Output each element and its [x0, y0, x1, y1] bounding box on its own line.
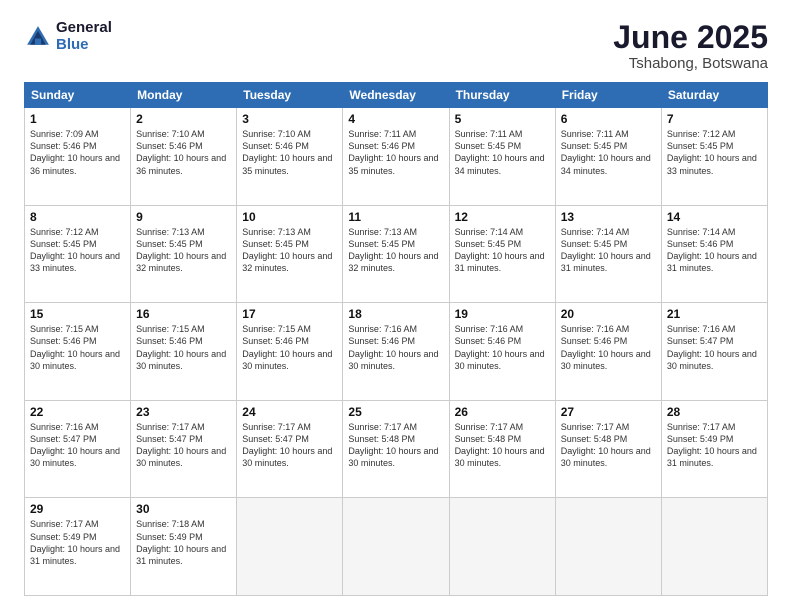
calendar-week-1: 1Sunrise: 7:09 AMSunset: 5:46 PMDaylight…	[25, 108, 768, 206]
title-block: June 2025 Tshabong, Botswana	[613, 20, 768, 72]
cell-day-12: 12Sunrise: 7:14 AMSunset: 5:45 PMDayligh…	[449, 205, 555, 303]
calendar-week-4: 22Sunrise: 7:16 AMSunset: 5:47 PMDayligh…	[25, 400, 768, 498]
cell-day-13: 13Sunrise: 7:14 AMSunset: 5:45 PMDayligh…	[555, 205, 661, 303]
cell-day-16: 16Sunrise: 7:15 AMSunset: 5:46 PMDayligh…	[131, 303, 237, 401]
cell-day-23: 23Sunrise: 7:17 AMSunset: 5:47 PMDayligh…	[131, 400, 237, 498]
calendar-week-3: 15Sunrise: 7:15 AMSunset: 5:46 PMDayligh…	[25, 303, 768, 401]
logo-blue-text: Blue	[56, 37, 112, 54]
cell-day-2: 2Sunrise: 7:10 AMSunset: 5:46 PMDaylight…	[131, 108, 237, 206]
header-tuesday: Tuesday	[237, 83, 343, 108]
calendar-header-row: Sunday Monday Tuesday Wednesday Thursday…	[25, 83, 768, 108]
header: General Blue June 2025 Tshabong, Botswan…	[24, 20, 768, 72]
cell-day-empty-w4-6	[661, 498, 767, 596]
calendar-week-5: 29Sunrise: 7:17 AMSunset: 5:49 PMDayligh…	[25, 498, 768, 596]
location: Tshabong, Botswana	[613, 55, 768, 72]
calendar-week-2: 8Sunrise: 7:12 AMSunset: 5:45 PMDaylight…	[25, 205, 768, 303]
cell-day-3: 3Sunrise: 7:10 AMSunset: 5:46 PMDaylight…	[237, 108, 343, 206]
header-sunday: Sunday	[25, 83, 131, 108]
cell-day-6: 6Sunrise: 7:11 AMSunset: 5:45 PMDaylight…	[555, 108, 661, 206]
cell-day-empty-w4-4	[449, 498, 555, 596]
cell-day-4: 4Sunrise: 7:11 AMSunset: 5:46 PMDaylight…	[343, 108, 449, 206]
cell-day-7: 7Sunrise: 7:12 AMSunset: 5:45 PMDaylight…	[661, 108, 767, 206]
cell-day-9: 9Sunrise: 7:13 AMSunset: 5:45 PMDaylight…	[131, 205, 237, 303]
cell-day-14: 14Sunrise: 7:14 AMSunset: 5:46 PMDayligh…	[661, 205, 767, 303]
header-wednesday: Wednesday	[343, 83, 449, 108]
cell-day-empty-w4-3	[343, 498, 449, 596]
cell-day-20: 20Sunrise: 7:16 AMSunset: 5:46 PMDayligh…	[555, 303, 661, 401]
cell-day-28: 28Sunrise: 7:17 AMSunset: 5:49 PMDayligh…	[661, 400, 767, 498]
month-title: June 2025	[613, 20, 768, 55]
cell-day-15: 15Sunrise: 7:15 AMSunset: 5:46 PMDayligh…	[25, 303, 131, 401]
header-saturday: Saturday	[661, 83, 767, 108]
logo: General Blue	[24, 20, 112, 53]
cell-day-18: 18Sunrise: 7:16 AMSunset: 5:46 PMDayligh…	[343, 303, 449, 401]
cell-day-29: 29Sunrise: 7:17 AMSunset: 5:49 PMDayligh…	[25, 498, 131, 596]
logo-icon	[24, 23, 52, 51]
header-friday: Friday	[555, 83, 661, 108]
cell-day-1: 1Sunrise: 7:09 AMSunset: 5:46 PMDaylight…	[25, 108, 131, 206]
cell-day-24: 24Sunrise: 7:17 AMSunset: 5:47 PMDayligh…	[237, 400, 343, 498]
cell-day-25: 25Sunrise: 7:17 AMSunset: 5:48 PMDayligh…	[343, 400, 449, 498]
cell-day-19: 19Sunrise: 7:16 AMSunset: 5:46 PMDayligh…	[449, 303, 555, 401]
calendar-table: Sunday Monday Tuesday Wednesday Thursday…	[24, 82, 768, 596]
cell-day-17: 17Sunrise: 7:15 AMSunset: 5:46 PMDayligh…	[237, 303, 343, 401]
cell-day-27: 27Sunrise: 7:17 AMSunset: 5:48 PMDayligh…	[555, 400, 661, 498]
header-thursday: Thursday	[449, 83, 555, 108]
cell-day-10: 10Sunrise: 7:13 AMSunset: 5:45 PMDayligh…	[237, 205, 343, 303]
header-monday: Monday	[131, 83, 237, 108]
cell-day-empty-w4-5	[555, 498, 661, 596]
cell-day-empty-w4-2	[237, 498, 343, 596]
page: General Blue June 2025 Tshabong, Botswan…	[0, 0, 792, 612]
cell-day-26: 26Sunrise: 7:17 AMSunset: 5:48 PMDayligh…	[449, 400, 555, 498]
cell-day-11: 11Sunrise: 7:13 AMSunset: 5:45 PMDayligh…	[343, 205, 449, 303]
logo-general-text: General	[56, 20, 112, 37]
cell-day-22: 22Sunrise: 7:16 AMSunset: 5:47 PMDayligh…	[25, 400, 131, 498]
logo-text: General Blue	[56, 20, 112, 53]
cell-day-30: 30Sunrise: 7:18 AMSunset: 5:49 PMDayligh…	[131, 498, 237, 596]
cell-day-8: 8Sunrise: 7:12 AMSunset: 5:45 PMDaylight…	[25, 205, 131, 303]
cell-day-5: 5Sunrise: 7:11 AMSunset: 5:45 PMDaylight…	[449, 108, 555, 206]
cell-day-21: 21Sunrise: 7:16 AMSunset: 5:47 PMDayligh…	[661, 303, 767, 401]
